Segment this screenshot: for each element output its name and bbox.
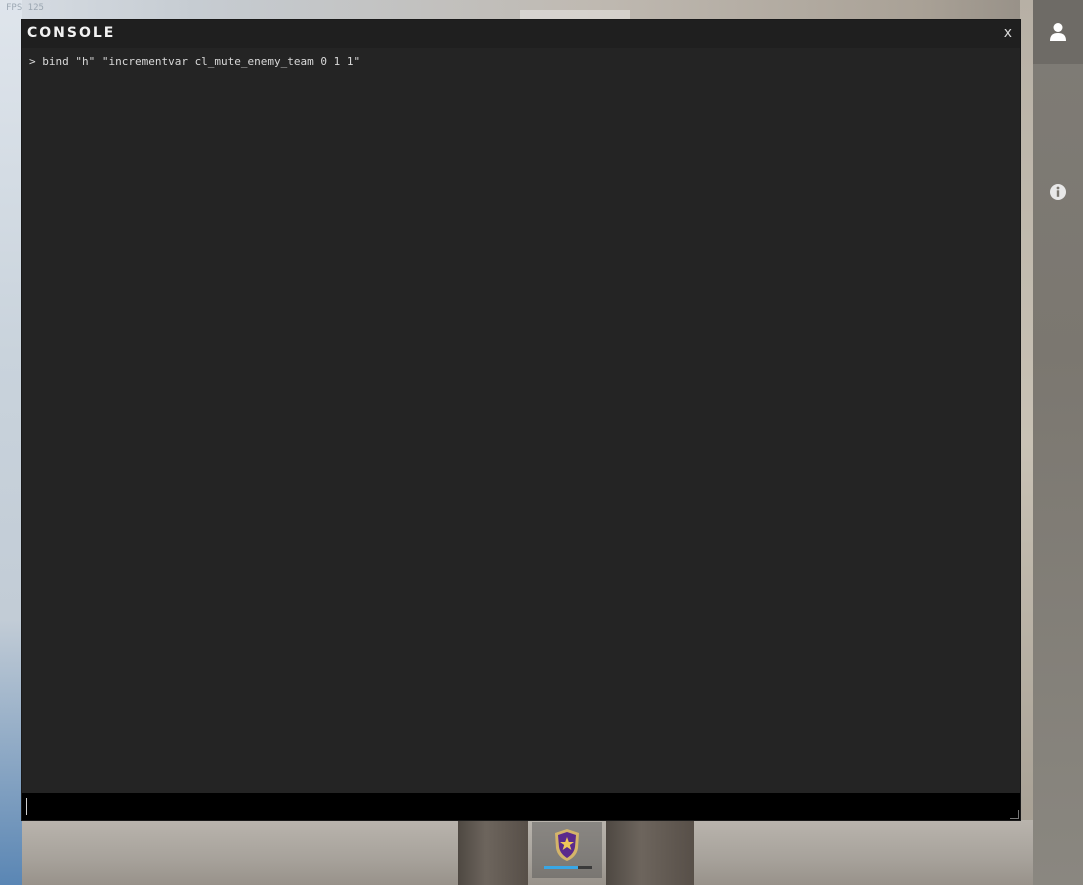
rank-badge[interactable] (532, 822, 602, 878)
console-title: CONSOLE (27, 25, 116, 41)
console-line: > bind "h" "incrementvar cl_mute_enemy_t… (29, 55, 361, 68)
rank-progress-fill (544, 866, 578, 869)
background-left-edge (0, 0, 22, 885)
close-button[interactable]: x (1002, 25, 1014, 41)
console-input[interactable] (22, 793, 1020, 820)
console-output: > bind "h" "incrementvar cl_mute_enemy_t… (22, 48, 1020, 793)
right-sidebar (1033, 0, 1083, 885)
text-caret (26, 798, 27, 815)
user-icon (1050, 23, 1066, 41)
console-window: CONSOLE x > bind "h" "incrementvar cl_mu… (22, 20, 1020, 820)
resize-grip[interactable] (1010, 810, 1019, 819)
console-titlebar[interactable]: CONSOLE x (22, 20, 1020, 48)
rank-progress-bar (544, 866, 592, 869)
info-icon (1050, 184, 1066, 200)
player-model-leg-left (458, 820, 528, 885)
background-right-edge (1020, 0, 1033, 885)
top-hud-blur (520, 10, 630, 20)
info-button[interactable] (1033, 170, 1083, 214)
shield-star-icon (555, 829, 579, 861)
player-model-leg-right (606, 820, 694, 885)
profile-button[interactable] (1033, 0, 1083, 64)
fps-counter: FPS 125 (6, 3, 44, 13)
